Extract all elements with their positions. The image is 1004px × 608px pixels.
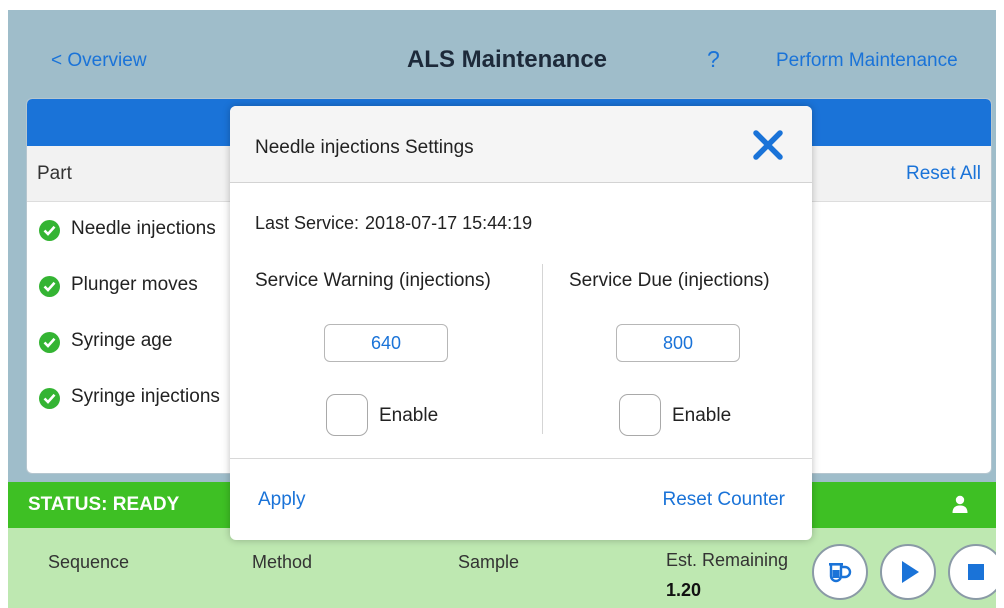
warning-enable-checkbox[interactable] bbox=[326, 394, 368, 436]
dialog-divider bbox=[230, 458, 812, 459]
stop-icon bbox=[968, 564, 984, 580]
help-icon[interactable]: ? bbox=[707, 46, 720, 73]
status-text: STATUS: READY bbox=[28, 494, 180, 515]
sample-label: Sample bbox=[458, 552, 520, 572]
apply-button[interactable]: Apply bbox=[258, 489, 306, 511]
service-warning-input[interactable] bbox=[324, 324, 448, 362]
dialog-title: Needle injections Settings bbox=[255, 137, 474, 158]
due-enable-label: Enable bbox=[672, 405, 732, 426]
service-due-title: Service Due (injections) bbox=[569, 270, 770, 291]
check-circle-icon bbox=[39, 276, 60, 297]
single-injection-icon bbox=[829, 563, 852, 583]
single-injection-button[interactable] bbox=[812, 544, 868, 600]
method-label: Method bbox=[252, 552, 313, 572]
last-service-value: 2018-07-17 15:44:19 bbox=[365, 213, 533, 233]
sequence-label: Sequence bbox=[48, 552, 130, 572]
est-remaining-label: Est. Remaining bbox=[666, 550, 789, 570]
reset-all-button[interactable]: Reset All bbox=[906, 163, 981, 185]
row-label: Needle injections bbox=[71, 218, 216, 239]
user-icon[interactable] bbox=[951, 495, 969, 514]
check-circle-icon bbox=[39, 332, 60, 353]
service-due-input[interactable] bbox=[616, 324, 740, 362]
settings-dialog: Needle injections Settings Last Service:… bbox=[230, 106, 812, 540]
play-button[interactable] bbox=[880, 544, 936, 600]
row-label: Syringe injections bbox=[71, 386, 220, 407]
stop-button[interactable] bbox=[948, 544, 996, 600]
est-remaining-value: 1.20 bbox=[666, 580, 702, 600]
close-icon[interactable] bbox=[751, 128, 785, 162]
service-warning-title: Service Warning (injections) bbox=[255, 270, 491, 291]
due-enable-checkbox[interactable] bbox=[619, 394, 661, 436]
check-circle-icon bbox=[39, 388, 60, 409]
run-bar: Sequence Method Sample Est. Remaining 1.… bbox=[8, 528, 996, 608]
perform-maintenance-link[interactable]: Perform Maintenance bbox=[776, 50, 958, 72]
last-service-label: Last Service: bbox=[255, 213, 360, 233]
dialog-header: Needle injections Settings bbox=[230, 106, 812, 183]
last-service: Last Service: 2018-07-17 15:44:19 bbox=[255, 213, 532, 234]
maintenance-screen: < Overview ALS Maintenance ? Perform Mai… bbox=[8, 10, 996, 608]
warning-enable-label: Enable bbox=[379, 405, 439, 426]
row-label: Plunger moves bbox=[71, 274, 198, 295]
play-icon bbox=[902, 561, 919, 583]
column-divider bbox=[542, 264, 543, 434]
header: < Overview ALS Maintenance ? Perform Mai… bbox=[8, 10, 996, 100]
reset-counter-button[interactable]: Reset Counter bbox=[662, 489, 785, 511]
row-label: Syringe age bbox=[71, 330, 173, 351]
check-circle-icon bbox=[39, 220, 60, 241]
column-header-part: Part bbox=[37, 163, 72, 184]
